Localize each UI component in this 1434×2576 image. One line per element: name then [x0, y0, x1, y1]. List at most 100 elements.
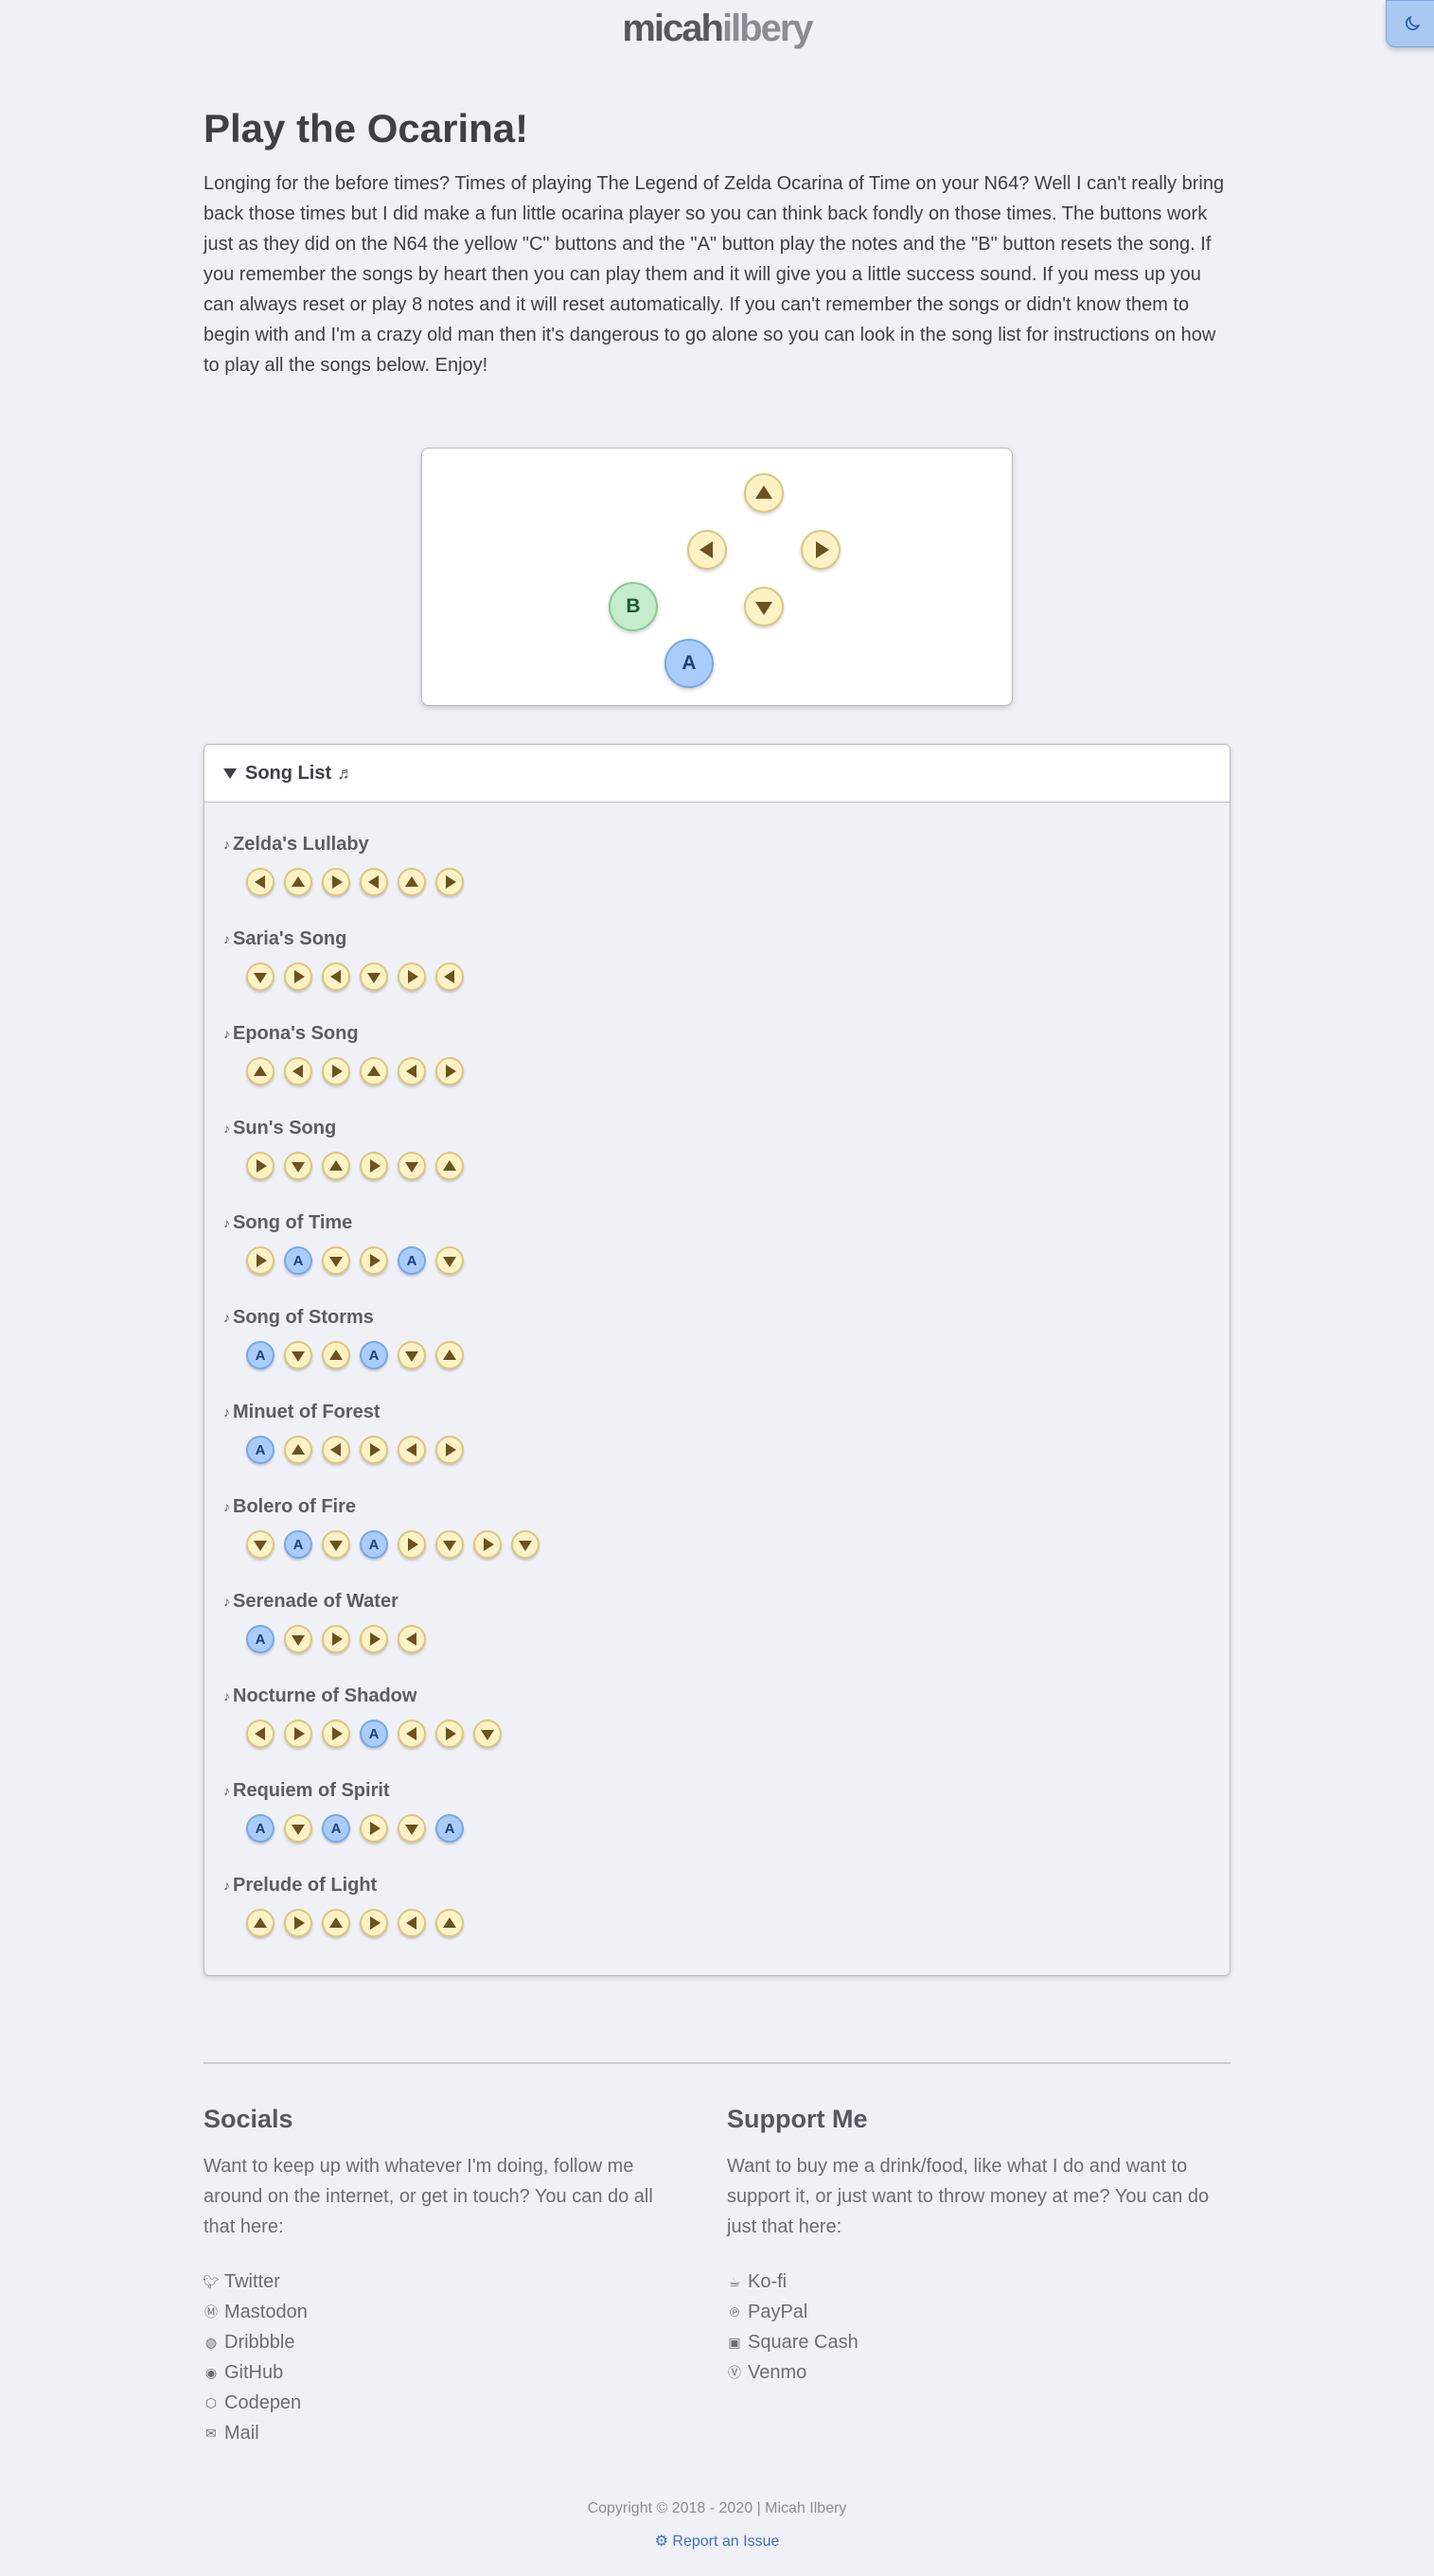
- song-notes: AAA: [246, 1814, 814, 1846]
- moon-icon: [1405, 15, 1420, 30]
- c-left-icon: [699, 541, 713, 558]
- note-c-up: [246, 1057, 274, 1085]
- song-item: ♪ Saria's Song: [223, 926, 464, 991]
- note-c-down: [284, 1152, 312, 1180]
- link-label: Venmo: [748, 2361, 807, 2383]
- song-notes: A: [246, 1436, 814, 1468]
- note-c-right: [360, 1246, 388, 1275]
- caret-down-icon: [223, 768, 237, 779]
- c-left-button[interactable]: [687, 530, 727, 570]
- link-twitter[interactable]: 🐦︎ Twitter: [203, 2267, 686, 2297]
- support-section: Support Me Want to buy me a drink/food, …: [727, 2105, 1210, 2388]
- c-up-icon: [254, 1066, 267, 1076]
- c-down-icon: [292, 1350, 305, 1362]
- note-c-up: [435, 1909, 464, 1937]
- c-left-icon: [405, 1916, 416, 1930]
- song-title: ♪ Zelda's Lullaby: [223, 832, 369, 856]
- venmo-icon: Ⓥ: [728, 2365, 741, 2380]
- music-note-icon: ♪: [223, 837, 230, 852]
- note-c-right: [284, 1909, 312, 1937]
- song-title: ♪ Song of Time: [223, 1210, 352, 1235]
- song-title: ♪ Bolero of Fire: [223, 1494, 356, 1519]
- a-button[interactable]: A: [664, 639, 714, 688]
- song-name: Zelda's Lullaby: [233, 833, 369, 855]
- note-c-up: [322, 1152, 350, 1180]
- link-label: Codepen: [224, 2391, 302, 2413]
- bug-icon: ⚙: [654, 2533, 673, 2550]
- song-notes: AA: [246, 1530, 814, 1562]
- c-left-icon: [292, 1065, 303, 1078]
- social-links: 🐦︎ Twitter Ⓜ Mastodon ◍ Dribbble ◉ GitHub ⬡ Codep…: [203, 2267, 686, 2448]
- link-github[interactable]: ◉ GitHub: [204, 2357, 686, 2388]
- link-venmo[interactable]: Ⓥ Venmo: [727, 2357, 1210, 2388]
- c-up-icon: [755, 485, 772, 499]
- music-note-icon: ♪: [223, 1878, 230, 1893]
- note-c-right: [284, 962, 312, 991]
- note-a: A: [246, 1341, 274, 1369]
- logo-light-text: ilbery: [721, 8, 814, 49]
- c-right-icon: [445, 1727, 456, 1740]
- link-codepen[interactable]: ⬡ Codepen: [204, 2388, 686, 2418]
- link-square-cash[interactable]: ▣ Square Cash: [727, 2327, 1210, 2357]
- c-up-icon: [329, 1917, 343, 1928]
- note-c-up: [435, 1152, 464, 1180]
- page-title: Play the Ocarina!: [204, 106, 529, 150]
- c-right-icon: [293, 970, 305, 983]
- music-note-icon: ♪: [223, 1594, 230, 1609]
- report-issue-link[interactable]: ⚙ Report an Issue: [0, 2532, 1434, 2550]
- c-up-button[interactable]: [744, 473, 784, 513]
- link-kofi[interactable]: ☕︎ Ko-fi: [727, 2267, 1210, 2297]
- c-down-icon: [443, 1540, 456, 1551]
- song-notes: A: [246, 1720, 814, 1752]
- note-c-down: [398, 1814, 426, 1843]
- note-c-down: [398, 1341, 426, 1369]
- link-dribbble[interactable]: ◍ Dribbble: [204, 2327, 686, 2357]
- c-left-icon: [329, 1443, 341, 1456]
- note-a: A: [435, 1814, 464, 1843]
- note-c-left: [398, 1057, 426, 1085]
- c-down-button[interactable]: [744, 587, 784, 626]
- song-item: ♪ Song of Storms A A: [223, 1305, 464, 1369]
- c-down-icon: [405, 1161, 418, 1173]
- song-title: ♪ Epona's Song: [223, 1021, 359, 1046]
- song-notes: AA: [246, 1341, 814, 1373]
- music-notes-icon: ♬: [337, 763, 355, 783]
- c-right-icon: [445, 1065, 456, 1078]
- dark-mode-toggle[interactable]: [1386, 0, 1434, 47]
- note-c-left: [435, 962, 464, 991]
- link-label: GitHub: [224, 2361, 284, 2383]
- c-up-icon: [405, 876, 418, 887]
- music-note-icon: ♪: [223, 1688, 230, 1703]
- note-c-left: [322, 1436, 350, 1464]
- c-up-icon: [443, 1917, 456, 1928]
- song-item: ♪ Minuet of Forest A: [223, 1400, 464, 1464]
- song-list-toggle[interactable]: Song List ♬: [204, 745, 1230, 803]
- note-c-right: [435, 868, 464, 896]
- c-right-icon: [369, 1159, 381, 1173]
- c-right-icon: [483, 1538, 494, 1551]
- site-logo[interactable]: micahilbery: [0, 8, 1434, 50]
- link-mastodon[interactable]: Ⓜ Mastodon: [204, 2297, 686, 2327]
- song-notes: A: [246, 1625, 814, 1657]
- song-item: ♪ Serenade of Water A: [223, 1589, 426, 1653]
- report-issue-label: Report an Issue: [672, 2533, 780, 2550]
- github-icon: ◉: [204, 2364, 218, 2380]
- note-a: A: [246, 1814, 274, 1843]
- note-c-up: [322, 1341, 350, 1369]
- socials-title: Socials: [204, 2105, 293, 2133]
- note-c-down: [473, 1720, 502, 1748]
- link-label: Square Cash: [748, 2331, 859, 2353]
- c-right-button[interactable]: [801, 530, 841, 570]
- song-name: Nocturne of Shadow: [233, 1685, 417, 1706]
- c-up-icon: [367, 1066, 381, 1076]
- link-paypal[interactable]: ℗ PayPal: [727, 2297, 1210, 2327]
- song-notes: [246, 962, 814, 995]
- c-down-icon: [405, 1350, 418, 1362]
- link-mail[interactable]: ✉ Mail: [204, 2418, 686, 2448]
- c-up-icon: [443, 1160, 456, 1171]
- music-note-icon: ♪: [223, 1404, 230, 1420]
- note-c-down: [284, 1625, 312, 1653]
- note-c-right: [360, 1436, 388, 1464]
- b-button[interactable]: B: [609, 582, 658, 631]
- music-note-icon: ♪: [223, 1783, 230, 1798]
